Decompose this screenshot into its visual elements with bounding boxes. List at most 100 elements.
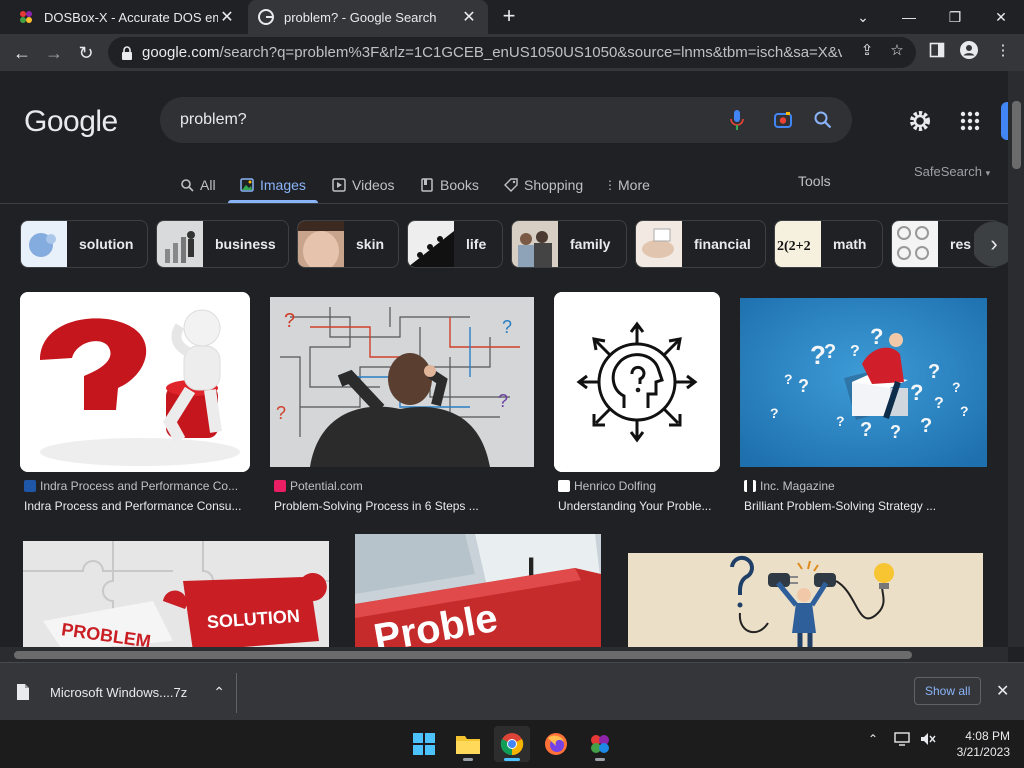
result-image-maze-man[interactable]: ? ? ? ? <box>270 297 534 467</box>
tab-google-search[interactable]: problem? - Google Search ✕ <box>248 0 488 34</box>
close-window-button[interactable]: ✕ <box>978 0 1024 34</box>
tools-button[interactable]: Tools <box>798 173 831 189</box>
google-favicon-icon <box>258 9 274 25</box>
result-source[interactable]: Potential.com <box>274 479 534 493</box>
scrollbar-thumb[interactable] <box>14 651 912 659</box>
svg-text:?: ? <box>910 380 923 405</box>
result-caption[interactable]: Problem-Solving Process in 6 Steps ... <box>274 499 534 513</box>
image-result[interactable]: Indra Process and Performance Co... Indr… <box>20 292 250 522</box>
result-caption[interactable]: Indra Process and Performance Consu... <box>24 499 250 513</box>
search-type-tabs: All Images Videos Books Shopping ⋮ More <box>0 167 1008 203</box>
chip-solution[interactable]: solution <box>20 220 148 268</box>
account-avatar[interactable] <box>1001 102 1008 140</box>
tab-shopping[interactable]: Shopping <box>504 167 583 203</box>
clock-time: 4:08 PM <box>965 729 1010 743</box>
back-arrow-icon[interactable]: ← <box>8 39 36 67</box>
safesearch-menu[interactable]: SafeSearch ▾ <box>914 164 990 179</box>
network-icon[interactable] <box>894 732 910 749</box>
image-result[interactable]: ?? ?? ?? ?? ?? ?? ?? ?? Inc. Magazine Br… <box>740 298 987 522</box>
chip-life[interactable]: life <box>407 220 503 268</box>
svg-text:?: ? <box>824 341 836 363</box>
result-image-puzzle[interactable]: PROBLEM SOLUTION <box>23 541 329 647</box>
chip-thumbnail <box>408 221 454 267</box>
file-explorer-icon[interactable] <box>450 726 486 762</box>
chip-math[interactable]: 2(2+2 math <box>774 220 883 268</box>
svg-text:?: ? <box>784 371 793 387</box>
browser-menu-icon[interactable]: ⋮ <box>994 41 1012 59</box>
scrollbar-thumb[interactable] <box>1012 101 1021 169</box>
system-clock[interactable]: 4:08 PM 3/21/2023 <box>946 728 1010 760</box>
chevron-up-icon[interactable]: ⌃ <box>213 684 225 701</box>
reload-icon[interactable]: ↻ <box>72 39 100 67</box>
microphone-icon[interactable] <box>726 109 748 131</box>
chevron-right-icon[interactable]: › <box>974 211 1008 277</box>
result-caption[interactable]: Understanding Your Proble... <box>558 499 720 513</box>
search-icon[interactable] <box>812 109 834 131</box>
dosbox-icon[interactable] <box>582 726 618 762</box>
result-image-plugs[interactable] <box>628 553 983 647</box>
svg-text:?: ? <box>770 405 779 421</box>
minimize-button[interactable]: — <box>886 0 932 34</box>
svg-text:2(2+2: 2(2+2 <box>777 239 811 254</box>
svg-text:?: ? <box>284 310 295 332</box>
chip-thumbnail <box>157 221 203 267</box>
image-result[interactable] <box>628 553 983 647</box>
result-source[interactable]: Indra Process and Performance Co... <box>24 479 250 493</box>
result-caption[interactable]: Brilliant Problem-Solving Strategy ... <box>744 499 987 513</box>
chip-thumbnail <box>298 221 344 267</box>
start-windows-icon[interactable] <box>406 726 442 762</box>
settings-gear-icon[interactable] <box>906 107 934 135</box>
result-source[interactable]: Henrico Dolfing <box>558 479 720 493</box>
tab-search-chevron-icon[interactable]: ⌄ <box>840 0 886 34</box>
forward-arrow-icon[interactable]: → <box>40 39 68 67</box>
tab-videos[interactable]: Videos <box>332 167 395 203</box>
lens-camera-icon[interactable] <box>772 109 794 131</box>
tag-icon <box>504 178 518 192</box>
result-image-keyboard[interactable]: L Proble <box>355 534 601 647</box>
result-image-question-man[interactable] <box>20 292 250 472</box>
profile-avatar-icon[interactable] <box>960 41 978 59</box>
result-image-blue-questions[interactable]: ?? ?? ?? ?? ?? ?? ?? ?? <box>740 298 987 467</box>
download-item[interactable]: Microsoft Windows....7z ⌃ <box>16 673 236 711</box>
tab-all[interactable]: All <box>180 167 216 203</box>
image-result[interactable]: ? ? ? ? Potential.com Problem-Solving Pr… <box>270 297 534 522</box>
chrome-icon[interactable] <box>494 726 530 762</box>
tab-books[interactable]: Books <box>420 167 479 203</box>
image-result[interactable]: PROBLEM SOLUTION <box>23 541 329 647</box>
image-result[interactable]: Henrico Dolfing Understanding Your Probl… <box>554 292 720 522</box>
download-separator <box>236 673 237 713</box>
search-input[interactable] <box>180 108 720 132</box>
chip-financial[interactable]: financial <box>635 220 766 268</box>
address-bar[interactable]: google.com/search?q=problem%3F&rlz=1C1GC… <box>108 37 916 68</box>
clock-date: 3/21/2023 <box>956 745 1010 759</box>
chip-business[interactable]: business <box>156 220 289 268</box>
show-all-button[interactable]: Show all <box>914 677 982 705</box>
firefox-icon[interactable] <box>538 726 574 762</box>
vertical-scrollbar[interactable] <box>1008 71 1024 647</box>
result-image-head-icon[interactable] <box>554 292 720 472</box>
tab-more[interactable]: ⋮ More <box>604 167 650 203</box>
side-panel-icon[interactable] <box>928 41 946 59</box>
volume-muted-icon[interactable] <box>920 732 936 749</box>
image-result[interactable]: L Proble <box>355 534 601 647</box>
url-text: google.com/search?q=problem%3F&rlz=1C1GC… <box>142 44 842 61</box>
new-tab-button[interactable]: + <box>498 5 520 28</box>
share-icon[interactable]: ⇪ <box>858 41 876 59</box>
google-logo[interactable]: Google <box>24 105 118 139</box>
chip-family[interactable]: family <box>511 220 627 268</box>
svg-text:?: ? <box>934 395 944 412</box>
horizontal-scrollbar[interactable] <box>0 647 1008 662</box>
result-source[interactable]: Inc. Magazine <box>744 479 987 493</box>
chip-skin[interactable]: skin <box>297 220 399 268</box>
bookmark-star-icon[interactable]: ☆ <box>888 41 906 59</box>
tab-images[interactable]: Images <box>228 167 318 203</box>
google-apps-grid-icon[interactable] <box>956 107 984 135</box>
close-icon[interactable]: ✕ <box>460 8 478 26</box>
close-icon[interactable]: ✕ <box>996 681 1009 701</box>
tab-dosbox[interactable]: DOSBox-X - Accurate DOS emula ✕ <box>8 0 246 34</box>
restore-button[interactable]: ❐ <box>932 0 978 34</box>
book-icon <box>420 178 434 192</box>
chevron-up-icon[interactable]: ⌃ <box>868 732 878 746</box>
chip-thumbnail <box>892 221 938 267</box>
close-icon[interactable]: ✕ <box>218 8 236 26</box>
